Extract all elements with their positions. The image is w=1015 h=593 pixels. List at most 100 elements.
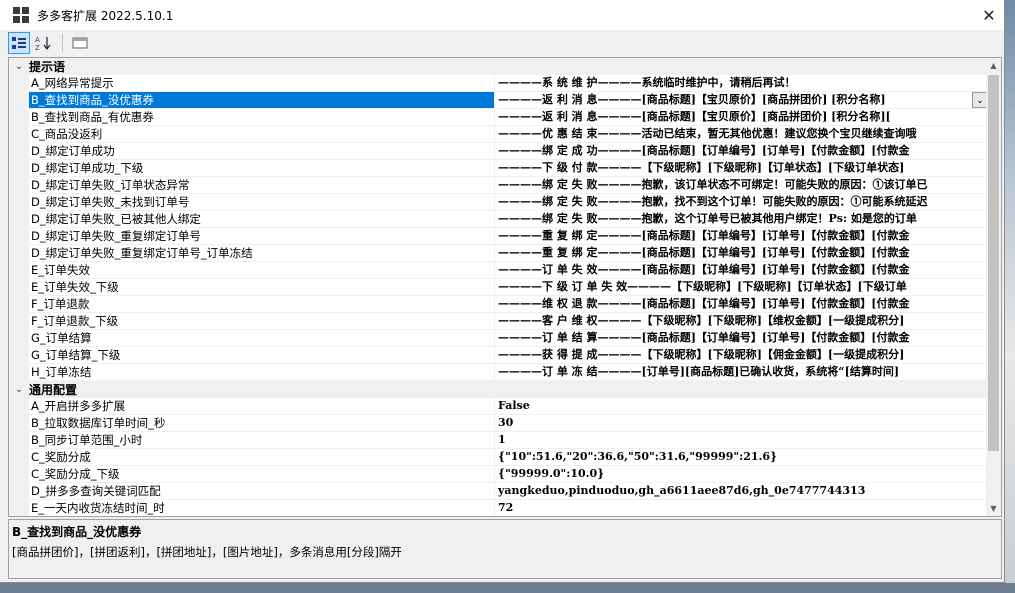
property-value[interactable]: ————订 单 结 算————[商品标题]【订单编号】[订单号]【付款金额】[付… [495,330,988,347]
property-row[interactable]: B_查找到商品_有优惠券 ————返 利 消 息————[商品标题]【宝贝原价】[… [9,109,988,126]
property-name[interactable]: B_查找到商品_有优惠券 [29,109,495,126]
scroll-up-icon[interactable]: ▲ [986,58,1001,73]
collapse-icon[interactable]: ⌄ [9,384,29,395]
property-row[interactable]: B_拉取数据库订单时间_秒 30 [9,415,988,432]
property-name[interactable]: C_商品没返利 [29,126,495,143]
property-row[interactable]: F_订单退款 ————维 权 退 款————[商品标题]【订单编号】[订单号]【付… [9,296,988,313]
row-margin [9,432,29,449]
property-value[interactable]: ————重 复 绑 定————[商品标题]【订单编号】[订单号]【付款金额】[付… [495,228,988,245]
property-name[interactable]: D_绑定订单失败_未找到订单号 [29,194,495,211]
property-row[interactable]: G_订单结算 ————订 单 结 算————[商品标题]【订单编号】[订单号]【付… [9,330,988,347]
property-name[interactable]: C_奖励分成_下级 [29,466,495,483]
property-value[interactable]: ————下 级 付 款————【下级昵称】[下级昵称]【订单状态】[下级订单状态… [495,160,988,177]
help-title: B_查找到商品_没优惠券 [12,525,142,539]
property-name[interactable]: D_绑定订单失败_订单状态异常 [29,177,495,194]
property-value[interactable]: ————绑 定 失 败————抱歉，找不到这个订单！可能失败的原因：①可能系统延… [495,194,988,211]
property-value[interactable]: 72 [495,500,988,516]
property-row[interactable]: D_绑定订单失败_已被其他人绑定 ————绑 定 失 败————抱歉，这个订单号已… [9,211,988,228]
property-pages-button[interactable] [69,32,91,54]
property-value-text: 72 [498,501,514,514]
property-row[interactable]: B_同步订单范围_小时 1 [9,432,988,449]
property-name[interactable]: D_拼多多查询关键词匹配 [29,483,495,500]
property-row[interactable]: B_查找到商品_没优惠券 ————返 利 消 息————[商品标题]【宝贝原价】[… [9,92,988,109]
property-name[interactable]: D_绑定订单失败_重复绑定订单号_订单冻结 [29,245,495,262]
property-pages-icon [72,37,88,49]
property-name[interactable]: D_绑定订单成功 [29,143,495,160]
scroll-down-icon[interactable]: ▼ [986,501,1001,516]
property-name[interactable]: E_一天内收货冻结时间_时 [29,500,495,516]
property-value[interactable]: 1 [495,432,988,449]
close-button[interactable]: ✕ [974,0,1004,30]
property-row[interactable]: C_奖励分成_下级 {"99999.0":10.0} [9,466,988,483]
category-label: 提示语 [29,60,66,74]
property-value-text: ————绑 定 失 败————抱歉，该订单状态不可绑定！可能失败的原因：①该订单… [498,178,928,191]
property-name[interactable]: D_绑定订单失败_已被其他人绑定 [29,211,495,228]
categorized-button[interactable] [8,32,30,54]
property-name[interactable]: G_订单结算 [29,330,495,347]
property-row[interactable]: F_订单退款_下级 ————客 户 维 权————【下级昵称】[下级昵称]【维权金… [9,313,988,330]
category-header[interactable]: ⌄ 通用配置 [9,381,988,398]
row-margin [9,75,29,92]
property-value[interactable]: ————绑 定 成 功————[商品标题]【订单编号】[订单号]【付款金额】[付… [495,143,988,160]
property-name[interactable]: A_网络异常提示 [29,75,495,92]
property-value[interactable]: ————下 级 订 单 失 效————【下级昵称】[下级昵称]【订单状态】[下级… [495,279,988,296]
property-value[interactable]: ————订 单 冻 结————[订单号][商品标题]已确认收货，系统将“[结算时… [495,364,988,381]
property-row[interactable]: E_订单失效_下级 ————下 级 订 单 失 效————【下级昵称】[下级昵称]… [9,279,988,296]
property-value[interactable]: ————系 统 维 护————系统临时维护中，请稍后再试！ [495,75,988,92]
property-name[interactable]: D_绑定订单成功_下级 [29,160,495,177]
property-row[interactable]: E_订单失效 ————订 单 失 效————[商品标题]【订单编号】[订单号]【付… [9,262,988,279]
property-value-text: {"10":51.6,"20":36.6,"50":31.6,"99999":2… [498,450,778,463]
property-name[interactable]: G_订单结算_下级 [29,347,495,364]
property-row[interactable]: A_网络异常提示 ————系 统 维 护————系统临时维护中，请稍后再试！ [9,75,988,92]
property-row[interactable]: D_绑定订单失败_订单状态异常 ————绑 定 失 败————抱歉，该订单状态不可… [9,177,988,194]
collapse-icon[interactable]: ⌄ [9,61,29,72]
property-row[interactable]: D_绑定订单成功_下级 ————下 级 付 款————【下级昵称】[下级昵称]【订… [9,160,988,177]
property-row[interactable]: D_绑定订单失败_重复绑定订单号 ————重 复 绑 定————[商品标题]【订单… [9,228,988,245]
alphabetical-button[interactable]: A Z [32,32,54,54]
property-name[interactable]: C_奖励分成 [29,449,495,466]
svg-text:A: A [35,36,40,44]
scroll-thumb[interactable] [988,75,999,451]
property-row[interactable]: D_绑定订单失败_未找到订单号 ————绑 定 失 败————抱歉，找不到这个订单… [9,194,988,211]
category-label: 通用配置 [29,383,78,397]
property-row[interactable]: H_订单冻结 ————订 单 冻 结————[订单号][商品标题]已确认收货，系统… [9,364,988,381]
property-value[interactable]: ————重 复 绑 定————[商品标题]【订单编号】[订单号]【付款金额】[付… [495,245,988,262]
property-row[interactable]: C_商品没返利 ————优 惠 结 束————活动已结束，暂无其他优惠！建议您换个… [9,126,988,143]
property-value[interactable]: {"99999.0":10.0} [495,466,988,483]
property-name[interactable]: F_订单退款_下级 [29,313,495,330]
property-value[interactable]: ————绑 定 失 败————抱歉，该订单状态不可绑定！可能失败的原因：①该订单… [495,177,988,194]
vertical-scrollbar[interactable]: ▲ ▼ [986,58,1001,516]
property-row[interactable]: D_拼多多查询关键词匹配 yangkeduo,pinduoduo,gh_a6611… [9,483,988,500]
property-row[interactable]: A_开启拼多多扩展 False [9,398,988,415]
property-name[interactable]: H_订单冻结 [29,364,495,381]
property-window: 多多客扩展 2022.5.10.1 ✕ A Z ⌄ 提示语 A_网络异常提示 —… [0,0,1005,583]
property-row[interactable]: E_一天内收货冻结时间_时 72 [9,500,988,516]
property-name[interactable]: E_订单失效_下级 [29,279,495,296]
property-value[interactable]: ————获 得 提 成————【下级昵称】[下级昵称]【佣金金额】[一级提成积分… [495,347,988,364]
property-value[interactable]: ————绑 定 失 败————抱歉，这个订单号已被其他用户绑定！Ps: 如是您的… [495,211,988,228]
property-name[interactable]: A_开启拼多多扩展 [29,398,495,415]
property-name[interactable]: E_订单失效 [29,262,495,279]
property-row[interactable]: D_绑定订单成功 ————绑 定 成 功————[商品标题]【订单编号】[订单号]… [9,143,988,160]
property-value[interactable]: 30 [495,415,988,432]
property-name[interactable]: F_订单退款 [29,296,495,313]
property-name[interactable]: B_同步订单范围_小时 [29,432,495,449]
category-header[interactable]: ⌄ 提示语 [9,58,988,75]
property-value[interactable]: ————订 单 失 效————[商品标题]【订单编号】[订单号]【付款金额】[付… [495,262,988,279]
property-value[interactable]: yangkeduo,pinduoduo,gh_a6611aee87d6,gh_0… [495,483,988,500]
property-row[interactable]: D_绑定订单失败_重复绑定订单号_订单冻结 ————重 复 绑 定————[商品标… [9,245,988,262]
row-margin [9,194,29,211]
property-value-text: {"99999.0":10.0} [498,467,605,480]
property-value[interactable]: ————客 户 维 权————【下级昵称】[下级昵称]【维权金额】[一级提成积分… [495,313,988,330]
property-row[interactable]: G_订单结算_下级 ————获 得 提 成————【下级昵称】[下级昵称]【佣金金… [9,347,988,364]
property-name[interactable]: B_拉取数据库订单时间_秒 [29,415,495,432]
property-row[interactable]: C_奖励分成 {"10":51.6,"20":36.6,"50":31.6,"99… [9,449,988,466]
property-value[interactable]: False [495,398,988,415]
property-value[interactable]: ————返 利 消 息————[商品标题]【宝贝原价】[商品拼团价] [积分名称… [495,92,988,109]
property-value[interactable]: ————优 惠 结 束————活动已结束，暂无其他优惠！建议您换个宝贝继续查询哦 [495,126,988,143]
property-name[interactable]: D_绑定订单失败_重复绑定订单号 [29,228,495,245]
property-value[interactable]: ————维 权 退 款————[商品标题]【订单编号】[订单号]【付款金额】[付… [495,296,988,313]
property-value[interactable]: ————返 利 消 息————[商品标题]【宝贝原价】[商品拼团价] [积分名称… [495,109,988,126]
property-value[interactable]: {"10":51.6,"20":36.6,"50":31.6,"99999":2… [495,449,988,466]
property-name[interactable]: B_查找到商品_没优惠券 [29,92,495,109]
